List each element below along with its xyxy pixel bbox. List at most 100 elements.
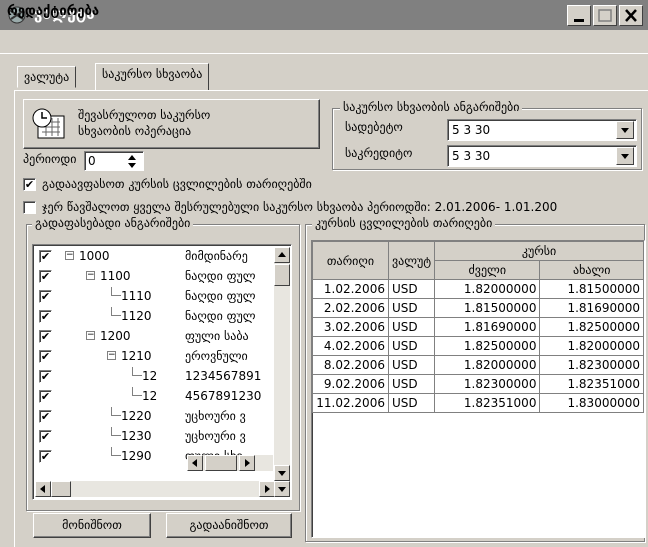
debit-dropdown-button[interactable] (616, 121, 634, 139)
rate-date-cell[interactable]: 3.02.2006 (312, 317, 389, 337)
rate-old-cell[interactable]: 1.82000000 (434, 279, 541, 299)
delete-all-checkbox[interactable] (23, 201, 36, 214)
rate-date-cell[interactable]: 11.02.2006 (312, 393, 389, 413)
rate-row[interactable]: 11.02.2006 USD 1.82351000 1.83000000 (312, 393, 644, 413)
tree-hscrollbar[interactable] (35, 481, 275, 497)
rate-row[interactable]: 8.02.2006 USD 1.82000000 1.82300000 (312, 355, 644, 375)
maximize-button[interactable] (593, 5, 617, 26)
tree-row-checkbox[interactable]: ✔ (39, 310, 52, 323)
tree-row[interactable]: ✔ −1000 მიმდინარე (35, 247, 273, 267)
recalc-checkbox[interactable]: ✔ (23, 178, 36, 191)
rate-old-cell[interactable]: 1.82300000 (434, 374, 541, 394)
tree-scroll-corner-button[interactable] (274, 481, 290, 497)
period-spinner[interactable]: 0 (84, 151, 144, 171)
tree-row-checkbox[interactable]: ✔ (39, 450, 52, 463)
rate-currency-cell[interactable]: USD (387, 355, 436, 375)
rate-new-cell[interactable]: 1.81500000 (539, 279, 644, 299)
rate-new-cell[interactable]: 1.82000000 (539, 336, 644, 356)
tree-inner-scroll-left[interactable] (187, 455, 203, 471)
rate-date-cell[interactable]: 2.02.2006 (312, 298, 389, 318)
tree-collapse-toggle[interactable]: − (86, 271, 95, 280)
menu-edit[interactable]: რედაქტირება (7, 4, 99, 19)
rate-currency-cell[interactable]: USD (387, 336, 436, 356)
rate-new-cell[interactable]: 1.82300000 (539, 355, 644, 375)
rate-currency-cell[interactable]: USD (387, 317, 436, 337)
debit-account-select[interactable]: 5 3 30 (447, 119, 637, 141)
tree-row[interactable]: ✔ 12 4567891230 (35, 387, 273, 407)
tree-row-checkbox[interactable]: ✔ (39, 250, 52, 263)
rate-date-cell[interactable]: 8.02.2006 (312, 355, 389, 375)
tree-scroll-up-button[interactable] (274, 247, 290, 263)
perform-button-line2: სხვაობის ოპერაცია (78, 124, 192, 138)
rate-row[interactable]: 2.02.2006 USD 1.81500000 1.81690000 (312, 298, 644, 318)
tab-currency[interactable]: ვალუტა (17, 66, 77, 88)
tree-connector-line (132, 367, 142, 376)
rate-old-cell[interactable]: 1.82500000 (434, 336, 541, 356)
tree-row[interactable]: ✔ 1220 უცხოური ვ (35, 407, 273, 427)
rate-new-cell[interactable]: 1.82500000 (539, 317, 644, 337)
tree-row[interactable]: ✔ 1120 ნაღდი ფულ (35, 307, 273, 327)
tree-scroll-right-button[interactable] (259, 481, 275, 497)
perform-exchange-difference-button[interactable]: შევასრულოთ საკურსო სხვაობის ოპერაცია (23, 99, 320, 149)
spinner-arrows-icon[interactable] (125, 153, 139, 169)
tree-vscroll-thumb[interactable] (274, 264, 290, 286)
tree-inner-hscroll-thumb[interactable] (205, 455, 237, 471)
rate-currency-cell[interactable]: USD (387, 393, 436, 413)
tree-scroll-left-button[interactable] (35, 481, 51, 497)
col-header-rate[interactable]: კურსი (434, 241, 644, 261)
chevron-up-icon (278, 252, 286, 257)
tree-row[interactable]: ✔ −1100 ნაღდი ფულ (35, 267, 273, 287)
tree-row-checkbox[interactable]: ✔ (39, 370, 52, 383)
tree-row[interactable]: ✔ 12 1234567891 (35, 367, 273, 387)
tree-collapse-toggle[interactable]: − (65, 251, 74, 260)
select-all-button[interactable]: მონიშნოთ (33, 513, 151, 538)
close-button[interactable] (619, 5, 643, 26)
tree-row-checkbox[interactable]: ✔ (39, 430, 52, 443)
tree-row[interactable]: ✔ 1230 უცხოური ვ (35, 427, 273, 447)
rate-row[interactable]: 3.02.2006 USD 1.81690000 1.82500000 (312, 317, 644, 337)
tree-row-checkbox[interactable]: ✔ (39, 350, 52, 363)
tree-row[interactable]: ✔ −1200 ფული საბა (35, 327, 273, 347)
rate-old-cell[interactable]: 1.81690000 (434, 317, 541, 337)
tree-collapse-toggle[interactable]: − (86, 331, 95, 340)
rate-new-cell[interactable]: 1.82351000 (539, 374, 644, 394)
tree-row-checkbox[interactable]: ✔ (39, 390, 52, 403)
rate-new-cell[interactable]: 1.81690000 (539, 298, 644, 318)
rate-row[interactable]: 9.02.2006 USD 1.82300000 1.82351000 (312, 374, 644, 394)
rate-row[interactable]: 1.02.2006 USD 1.82000000 1.81500000 (312, 279, 644, 299)
deselect-all-button[interactable]: გადაანიშნოთ (166, 513, 292, 538)
col-header-currency[interactable]: ვალუტ (387, 241, 436, 280)
tree-row[interactable]: ✔ 1110 ნაღდი ფულ (35, 287, 273, 307)
rate-currency-cell[interactable]: USD (387, 279, 436, 299)
rate-date-cell[interactable]: 9.02.2006 (312, 374, 389, 394)
tree-row-checkbox[interactable]: ✔ (39, 270, 52, 283)
accounts-tree[interactable]: ✔ −1000 მიმდინარე ✔ −1100 ნაღდი ფულ ✔ 1110 ნაღდი… (32, 244, 292, 500)
minimize-button[interactable] (567, 5, 591, 26)
rate-currency-cell[interactable]: USD (387, 374, 436, 394)
tree-scroll-down-button[interactable] (274, 465, 290, 481)
credit-dropdown-button[interactable] (616, 147, 634, 165)
tree-row-checkbox[interactable]: ✔ (39, 410, 52, 423)
rate-date-cell[interactable]: 4.02.2006 (312, 336, 389, 356)
rate-old-cell[interactable]: 1.82351000 (434, 393, 541, 413)
tree-row-code: 1000 (79, 249, 110, 263)
rate-date-cell[interactable]: 1.02.2006 (312, 279, 389, 299)
col-header-new[interactable]: ახალი (539, 260, 644, 280)
tree-hscroll-thumb[interactable] (51, 481, 71, 497)
credit-account-select[interactable]: 5 3 30 (447, 145, 637, 167)
rate-currency-cell[interactable]: USD (387, 298, 436, 318)
tree-row-checkbox[interactable]: ✔ (39, 290, 52, 303)
rate-old-cell[interactable]: 1.81500000 (434, 298, 541, 318)
tree-row-checkbox[interactable]: ✔ (39, 330, 52, 343)
tab-exchange-difference[interactable]: საკურსო სხვაობა (95, 63, 210, 90)
rate-new-cell[interactable]: 1.83000000 (539, 393, 644, 413)
rate-changes-table[interactable]: თარიღი ვალუტ კურსი ძველი ახალი 1.02.2006… (311, 240, 645, 538)
tree-row[interactable]: ✔ −1210 ეროვნული (35, 347, 273, 367)
rate-old-cell[interactable]: 1.82000000 (434, 355, 541, 375)
col-header-date[interactable]: თარიღი (312, 241, 389, 280)
rate-row[interactable]: 4.02.2006 USD 1.82500000 1.82000000 (312, 336, 644, 356)
tree-inner-scroll-right[interactable] (239, 455, 255, 471)
col-header-old[interactable]: ძველი (434, 260, 541, 280)
tree-collapse-toggle[interactable]: − (107, 351, 116, 360)
revaluation-accounts-label: გადაფასებადი ანგარიშები (32, 216, 194, 230)
